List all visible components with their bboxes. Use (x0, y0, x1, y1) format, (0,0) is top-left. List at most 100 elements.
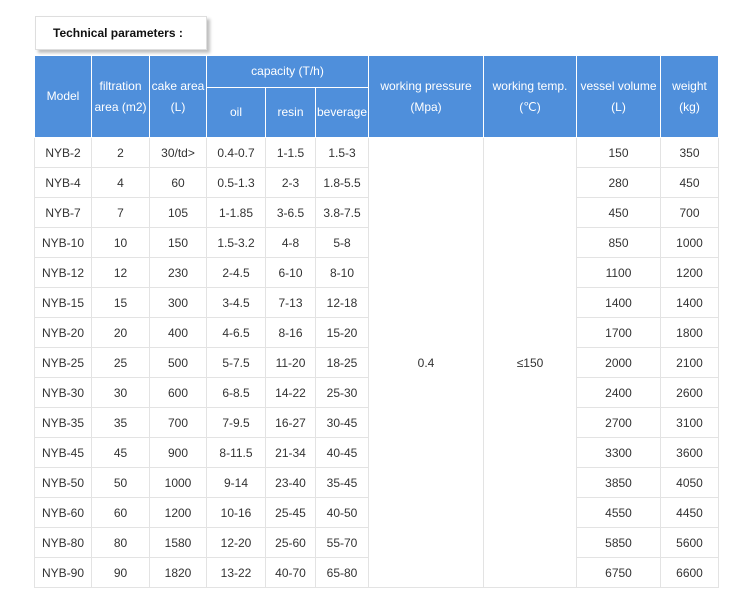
cake-area-cell: 300 (149, 287, 207, 318)
beverage-capacity-cell: 3.8-7.5 (315, 197, 369, 228)
section-title: Technical parameters : (53, 26, 183, 40)
weight-cell: 1000 (660, 227, 719, 258)
filtration-area-cell: 60 (91, 497, 150, 528)
beverage-capacity-cell: 30-45 (315, 407, 369, 438)
resin-capacity-cell: 16-27 (265, 407, 316, 438)
model-cell: NYB-15 (34, 287, 92, 318)
vessel-volume-cell: 5850 (576, 527, 661, 558)
filtration-area-cell: 80 (91, 527, 150, 558)
header-cake-area: cake area (L) (149, 55, 207, 138)
filtration-area-cell: 45 (91, 437, 150, 468)
model-cell: NYB-4 (34, 167, 92, 198)
cake-area-cell: 1820 (149, 557, 207, 588)
resin-capacity-cell: 8-16 (265, 317, 316, 348)
filtration-area-cell: 10 (91, 227, 150, 258)
header-capacity: capacity (T/h) (206, 55, 369, 88)
weight-cell: 350 (660, 137, 719, 168)
weight-cell: 6600 (660, 557, 719, 588)
header-model: Model (34, 55, 92, 138)
cake-area-cell: 500 (149, 347, 207, 378)
cake-area-cell: 1580 (149, 527, 207, 558)
cake-area-cell: 1000 (149, 467, 207, 498)
model-cell: NYB-60 (34, 497, 92, 528)
model-cell: NYB-7 (34, 197, 92, 228)
vessel-volume-cell: 280 (576, 167, 661, 198)
vessel-volume-cell: 450 (576, 197, 661, 228)
weight-cell: 2600 (660, 377, 719, 408)
filtration-area-cell: 7 (91, 197, 150, 228)
oil-capacity-cell: 0.5-1.3 (206, 167, 266, 198)
filtration-area-cell: 30 (91, 377, 150, 408)
weight-cell: 450 (660, 167, 719, 198)
resin-capacity-cell: 25-60 (265, 527, 316, 558)
weight-cell: 700 (660, 197, 719, 228)
resin-capacity-cell: 25-45 (265, 497, 316, 528)
model-cell: NYB-30 (34, 377, 92, 408)
resin-capacity-cell: 2-3 (265, 167, 316, 198)
cake-area-cell: 60 (149, 167, 207, 198)
vessel-volume-cell: 1700 (576, 317, 661, 348)
cake-area-cell: 1200 (149, 497, 207, 528)
beverage-capacity-cell: 8-10 (315, 257, 369, 288)
oil-capacity-cell: 13-22 (206, 557, 266, 588)
header-filtration-area: filtration area (m2) (91, 55, 150, 138)
filtration-area-cell: 12 (91, 257, 150, 288)
resin-capacity-cell: 6-10 (265, 257, 316, 288)
header-weight: weight (kg) (660, 55, 719, 138)
cake-area-cell: 150 (149, 227, 207, 258)
beverage-capacity-cell: 40-45 (315, 437, 369, 468)
filtration-area-cell: 25 (91, 347, 150, 378)
model-cell: NYB-90 (34, 557, 92, 588)
weight-cell: 4050 (660, 467, 719, 498)
table-row: NYB-2 2 30/td> 0.4-0.7 1-1.5 1.5-3 0.4 ≤150 150 3… (34, 137, 719, 588)
oil-capacity-cell: 1.5-3.2 (206, 227, 266, 258)
resin-capacity-cell: 7-13 (265, 287, 316, 318)
filtration-area-cell: 20 (91, 317, 150, 348)
weight-cell: 3100 (660, 407, 719, 438)
vessel-volume-cell: 850 (576, 227, 661, 258)
weight-cell: 1200 (660, 257, 719, 288)
header-vessel-volume: vessel volume (L) (576, 55, 661, 138)
weight-cell: 1400 (660, 287, 719, 318)
model-cell: NYB-2 (34, 137, 92, 168)
oil-capacity-cell: 1-1.85 (206, 197, 266, 228)
oil-capacity-cell: 0.4-0.7 (206, 137, 266, 168)
filtration-area-cell: 50 (91, 467, 150, 498)
oil-capacity-cell: 9-14 (206, 467, 266, 498)
model-cell: NYB-45 (34, 437, 92, 468)
resin-capacity-cell: 40-70 (265, 557, 316, 588)
model-cell: NYB-20 (34, 317, 92, 348)
vessel-volume-cell: 1100 (576, 257, 661, 288)
beverage-capacity-cell: 12-18 (315, 287, 369, 318)
beverage-capacity-cell: 15-20 (315, 317, 369, 348)
model-cell: NYB-80 (34, 527, 92, 558)
model-cell: NYB-12 (34, 257, 92, 288)
model-cell: NYB-10 (34, 227, 92, 258)
oil-capacity-cell: 6-8.5 (206, 377, 266, 408)
cake-area-cell: 400 (149, 317, 207, 348)
cake-area-cell: 105 (149, 197, 207, 228)
beverage-capacity-cell: 18-25 (315, 347, 369, 378)
weight-cell: 1800 (660, 317, 719, 348)
oil-capacity-cell: 12-20 (206, 527, 266, 558)
weight-cell: 3600 (660, 437, 719, 468)
header-resin: resin (265, 87, 316, 138)
model-cell: NYB-25 (34, 347, 92, 378)
model-cell: NYB-35 (34, 407, 92, 438)
working-pressure-cell: 0.4 (368, 137, 484, 588)
header-working-pressure: working pressure (Mpa) (368, 55, 484, 138)
model-cell: NYB-50 (34, 467, 92, 498)
resin-capacity-cell: 3-6.5 (265, 197, 316, 228)
oil-capacity-cell: 2-4.5 (206, 257, 266, 288)
filtration-area-cell: 90 (91, 557, 150, 588)
cake-area-cell: 900 (149, 437, 207, 468)
cake-area-cell: 700 (149, 407, 207, 438)
header-oil: oil (206, 87, 266, 138)
oil-capacity-cell: 7-9.5 (206, 407, 266, 438)
resin-capacity-cell: 23-40 (265, 467, 316, 498)
vessel-volume-cell: 3850 (576, 467, 661, 498)
beverage-capacity-cell: 5-8 (315, 227, 369, 258)
vessel-volume-cell: 1400 (576, 287, 661, 318)
vessel-volume-cell: 2400 (576, 377, 661, 408)
vessel-volume-cell: 2000 (576, 347, 661, 378)
